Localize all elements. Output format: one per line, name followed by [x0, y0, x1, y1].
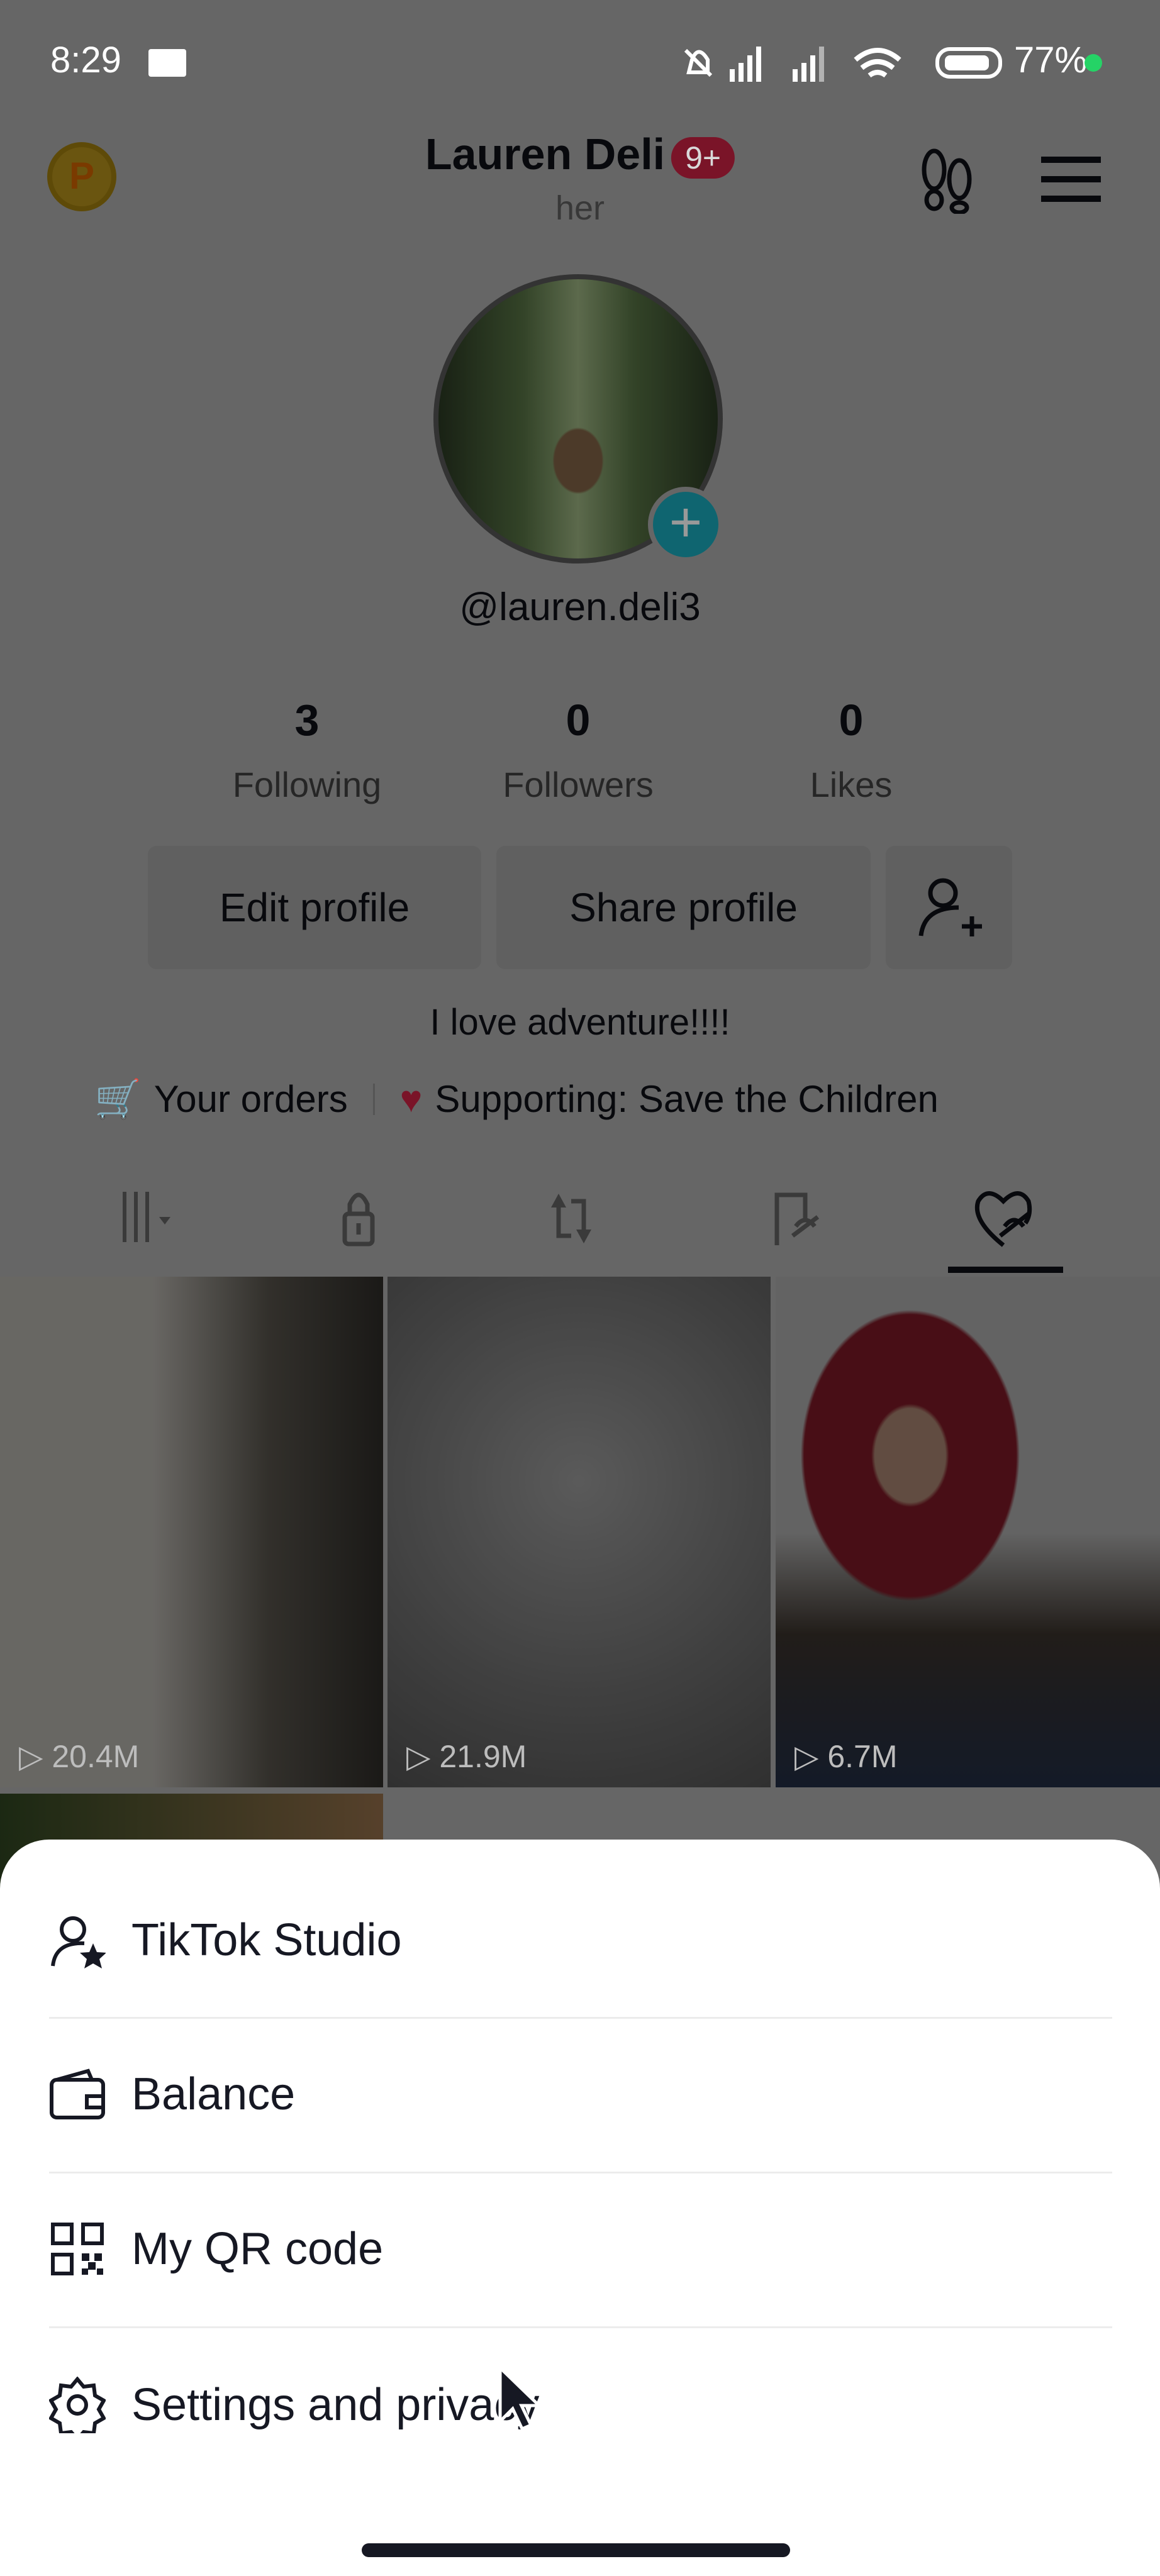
- add-avatar-icon[interactable]: +: [648, 487, 723, 562]
- videos-grid-icon[interactable]: [123, 1185, 186, 1248]
- display-name-text: Lauren Deli: [425, 130, 666, 179]
- video-thumbnail[interactable]: ▷ 20.4M: [0, 1277, 383, 1787]
- thumbnail-image: [0, 1277, 383, 1787]
- supporting-link[interactable]: Supporting: Save the Children: [435, 1077, 939, 1121]
- menu-icon[interactable]: [1041, 154, 1101, 204]
- privacy-indicator-dot: [1085, 54, 1102, 72]
- profile-links: 🛒 Your orders ♥ Supporting: Save the Chi…: [94, 1077, 939, 1121]
- menu-item-balance[interactable]: Balance: [0, 2017, 1160, 2172]
- view-count: ▷ 21.9M: [406, 1739, 527, 1774]
- cart-icon: 🛒: [94, 1078, 142, 1120]
- active-tab-indicator: [948, 1267, 1063, 1273]
- video-camera-icon: [148, 49, 186, 77]
- lock-icon[interactable]: [333, 1185, 396, 1248]
- menu-item-tiktok-studio[interactable]: TikTok Studio: [0, 1863, 1160, 2018]
- pronouns: her: [555, 189, 605, 227]
- coin-label: P: [69, 155, 95, 197]
- bio: I love adventure!!!!: [430, 1002, 730, 1043]
- menu-item-settings-privacy[interactable]: Settings and privacy: [0, 2328, 1160, 2482]
- thumbnail-image: [776, 1277, 1160, 1787]
- view-count: ▷ 20.4M: [19, 1739, 140, 1774]
- view-count-text: 6.7M: [827, 1739, 898, 1774]
- view-count: ▷ 6.7M: [795, 1739, 898, 1774]
- username-handle: @lauren.deli3: [459, 586, 701, 629]
- video-thumbnail[interactable]: ▷ 6.7M: [776, 1277, 1160, 1787]
- video-thumbnail[interactable]: ▷ 21.9M: [388, 1277, 771, 1787]
- share-profile-button[interactable]: Share profile: [496, 846, 871, 969]
- favorites-hidden-icon[interactable]: [767, 1185, 830, 1248]
- followers-count[interactable]: 0: [566, 695, 591, 745]
- view-count-text: 21.9M: [439, 1739, 527, 1774]
- thumbnail-image: [388, 1277, 771, 1787]
- gear-icon: [49, 2377, 106, 2433]
- add-friends-button[interactable]: [886, 846, 1012, 969]
- footprints-icon[interactable]: [915, 145, 978, 214]
- display-name: Lauren Deli 9+: [425, 129, 735, 179]
- qr-code-icon: [51, 2223, 104, 2275]
- menu-item-qr-code[interactable]: My QR code: [0, 2172, 1160, 2326]
- status-time: 8:29: [50, 40, 121, 80]
- studio-icon: [51, 1916, 106, 1968]
- following-count[interactable]: 3: [295, 695, 320, 745]
- view-count-text: 20.4M: [52, 1739, 140, 1774]
- your-orders-link[interactable]: Your orders: [154, 1077, 348, 1121]
- followers-label[interactable]: Followers: [503, 764, 654, 805]
- likes-label[interactable]: Likes: [810, 764, 893, 805]
- repost-icon[interactable]: [546, 1185, 609, 1248]
- battery-percent: 77%: [1014, 40, 1088, 80]
- mouse-cursor-icon: [498, 2365, 544, 2431]
- following-label[interactable]: Following: [233, 764, 382, 805]
- liked-hidden-icon[interactable]: [972, 1185, 1035, 1248]
- coin-button[interactable]: P: [47, 142, 116, 211]
- menu-item-label: My QR code: [131, 2224, 384, 2274]
- likes-count[interactable]: 0: [839, 695, 864, 745]
- heart-icon: ♥: [399, 1078, 423, 1120]
- menu-item-label: TikTok Studio: [131, 1915, 402, 1965]
- edit-profile-button[interactable]: Edit profile: [148, 846, 481, 969]
- wallet-icon: [50, 2068, 105, 2119]
- home-indicator[interactable]: [362, 2543, 790, 2557]
- menu-item-label: Balance: [131, 2069, 296, 2119]
- divider: [372, 1083, 375, 1115]
- menu-item-label: Settings and privacy: [131, 2380, 540, 2430]
- notification-badge[interactable]: 9+: [671, 136, 735, 179]
- status-icons: [684, 47, 1002, 82]
- add-user-icon: [918, 878, 982, 936]
